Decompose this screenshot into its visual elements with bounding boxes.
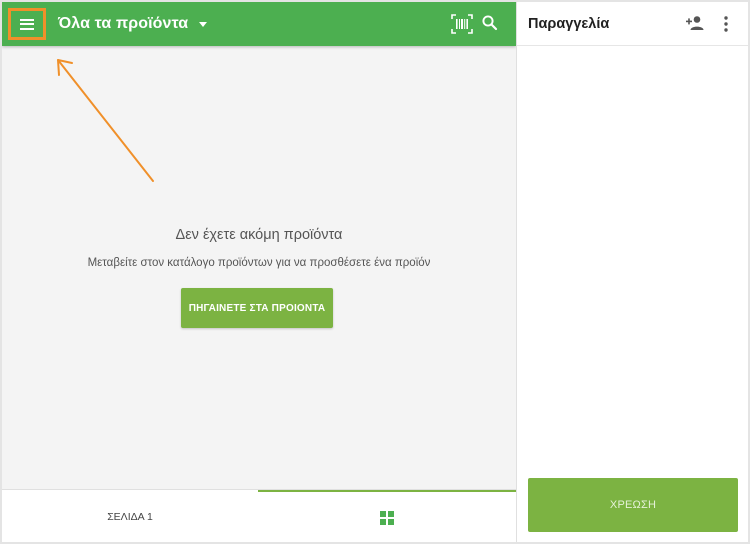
tab-page-label: ΣΕΛΙΔΑ 1 bbox=[107, 510, 153, 523]
add-customer-button[interactable] bbox=[685, 14, 705, 32]
order-header: Παραγγελία bbox=[517, 2, 748, 46]
barcode-scan-icon bbox=[451, 14, 473, 34]
page-title: Όλα τα προϊόντα bbox=[58, 15, 189, 32]
products-panel: Όλα τα προϊόντα Δεν έχετε ακόμη προϊόντα… bbox=[2, 2, 516, 542]
app-window: Όλα τα προϊόντα Δεν έχετε ακόμη προϊόντα… bbox=[2, 2, 748, 542]
tab-grid-view[interactable] bbox=[258, 490, 516, 542]
go-to-products-button[interactable]: ΠΗΓΑΙΝΕΤΕ ΣΤΑ ΠΡΟΙΟΝΤΑ bbox=[181, 288, 333, 328]
charge-button[interactable]: ΧΡΕΩΣΗ bbox=[528, 478, 738, 532]
search-icon bbox=[482, 15, 498, 31]
grid-icon bbox=[380, 510, 394, 525]
search-button[interactable] bbox=[481, 14, 499, 32]
empty-state-subtitle: Μεταβείτε στον κατάλογο προϊόντων για να… bbox=[87, 257, 431, 269]
top-app-bar: Όλα τα προϊόντα bbox=[2, 2, 516, 46]
menu-button[interactable] bbox=[8, 8, 46, 40]
order-panel: Παραγγελία ΧΡΕΩΣΗ bbox=[516, 2, 748, 542]
add-person-icon bbox=[686, 16, 704, 30]
order-title: Παραγγελία bbox=[528, 16, 610, 32]
bottom-tab-bar: ΣΕΛΙΔΑ 1 bbox=[2, 489, 516, 542]
dropdown-caret-icon bbox=[199, 22, 208, 27]
menu-icon bbox=[20, 18, 34, 30]
empty-state: Δεν έχετε ακόμη προϊόντα Μεταβείτε στον … bbox=[2, 227, 516, 273]
empty-state-title: Δεν έχετε ακόμη προϊόντα bbox=[175, 227, 343, 243]
barcode-scan-button[interactable] bbox=[451, 14, 473, 34]
category-dropdown[interactable]: Όλα τα προϊόντα bbox=[58, 2, 208, 46]
more-options-button[interactable] bbox=[721, 15, 731, 33]
more-vert-icon bbox=[724, 16, 728, 32]
tab-page-1[interactable]: ΣΕΛΙΔΑ 1 bbox=[2, 490, 258, 542]
